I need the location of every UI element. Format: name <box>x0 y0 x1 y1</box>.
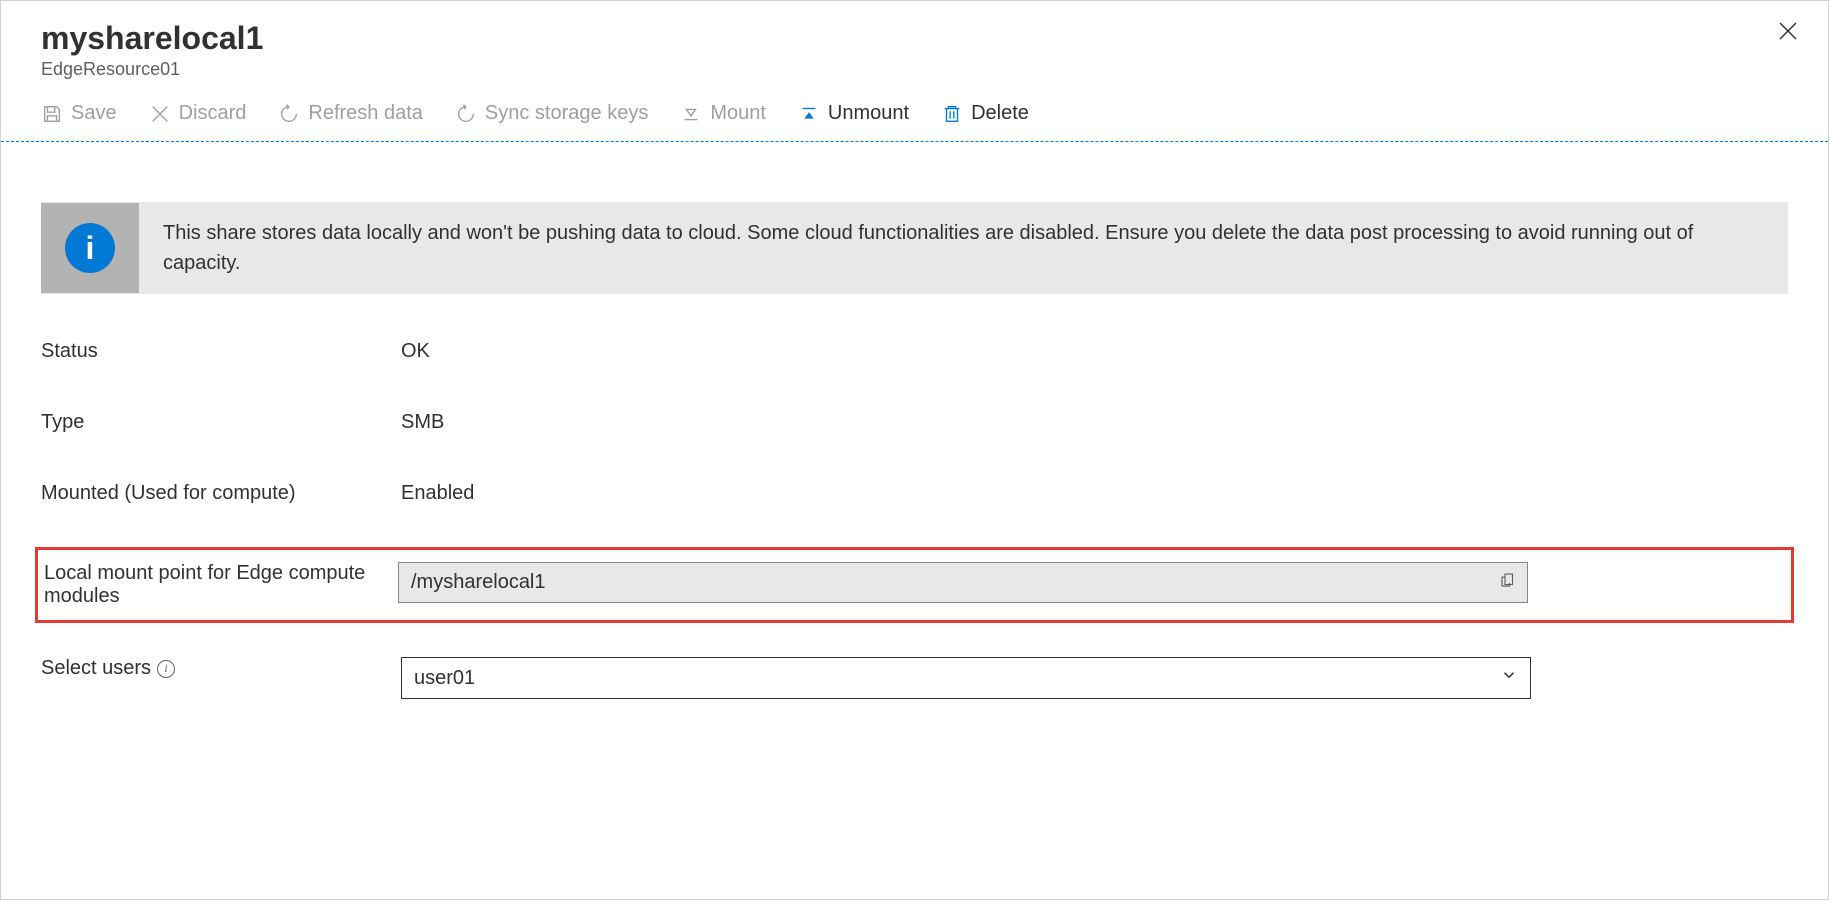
mounted-row: Mounted (Used for compute) Enabled <box>41 476 1788 511</box>
users-label: Select users i <box>41 657 401 680</box>
type-label: Type <box>41 411 401 434</box>
info-icon: i <box>65 223 115 273</box>
sync-label: Sync storage keys <box>485 102 648 125</box>
unmount-button[interactable]: Unmount <box>798 102 909 125</box>
refresh-button[interactable]: Refresh data <box>278 102 423 125</box>
mountpoint-label: Local mount point for Edge compute modul… <box>44 562 398 608</box>
mountpoint-input[interactable]: /mysharelocal1 <box>398 562 1528 603</box>
save-icon <box>41 103 63 125</box>
delete-icon <box>941 103 963 125</box>
unmount-label: Unmount <box>828 102 909 125</box>
sync-button[interactable]: Sync storage keys <box>455 102 648 125</box>
delete-label: Delete <box>971 102 1029 125</box>
save-label: Save <box>71 102 117 125</box>
toolbar: Save Discard Refresh data Sync storage k… <box>1 90 1828 142</box>
mountpoint-value: /mysharelocal1 <box>411 571 546 594</box>
type-row: Type SMB <box>41 405 1788 440</box>
info-banner-text: This share stores data locally and won't… <box>139 202 1788 294</box>
chevron-down-icon <box>1500 666 1518 690</box>
discard-icon <box>149 103 171 125</box>
mountpoint-row: Local mount point for Edge compute modul… <box>35 547 1794 623</box>
copy-icon <box>1499 571 1517 589</box>
status-label: Status <box>41 340 401 363</box>
discard-label: Discard <box>179 102 247 125</box>
copy-button[interactable] <box>1499 571 1517 595</box>
refresh-icon <box>278 103 300 125</box>
users-label-text: Select users <box>41 657 151 680</box>
close-icon <box>1776 19 1800 43</box>
status-value: OK <box>401 340 1788 363</box>
refresh-label: Refresh data <box>308 102 423 125</box>
mount-button[interactable]: Mount <box>680 102 766 125</box>
discard-button[interactable]: Discard <box>149 102 247 125</box>
users-select[interactable]: user01 <box>401 657 1531 699</box>
status-row: Status OK <box>41 334 1788 369</box>
users-value: user01 <box>414 667 475 690</box>
unmount-icon <box>798 103 820 125</box>
mounted-label: Mounted (Used for compute) <box>41 482 401 505</box>
info-icon-wrap: i <box>41 203 139 293</box>
info-banner: i This share stores data locally and won… <box>41 202 1788 294</box>
info-tooltip-icon[interactable]: i <box>157 660 175 678</box>
type-value: SMB <box>401 411 1788 434</box>
mount-label: Mount <box>710 102 766 125</box>
close-button[interactable] <box>1776 19 1800 48</box>
save-button[interactable]: Save <box>41 102 117 125</box>
panel-title: mysharelocal1 <box>41 19 1788 57</box>
sync-icon <box>455 103 477 125</box>
panel-subtitle: EdgeResource01 <box>41 59 1788 80</box>
share-panel: mysharelocal1 EdgeResource01 Save Discar… <box>0 0 1829 900</box>
users-row: Select users i user01 <box>41 651 1788 705</box>
mount-icon <box>680 103 702 125</box>
content-area: i This share stores data locally and won… <box>1 142 1828 761</box>
mounted-value: Enabled <box>401 482 1788 505</box>
panel-header: mysharelocal1 EdgeResource01 <box>1 1 1828 90</box>
delete-button[interactable]: Delete <box>941 102 1029 125</box>
